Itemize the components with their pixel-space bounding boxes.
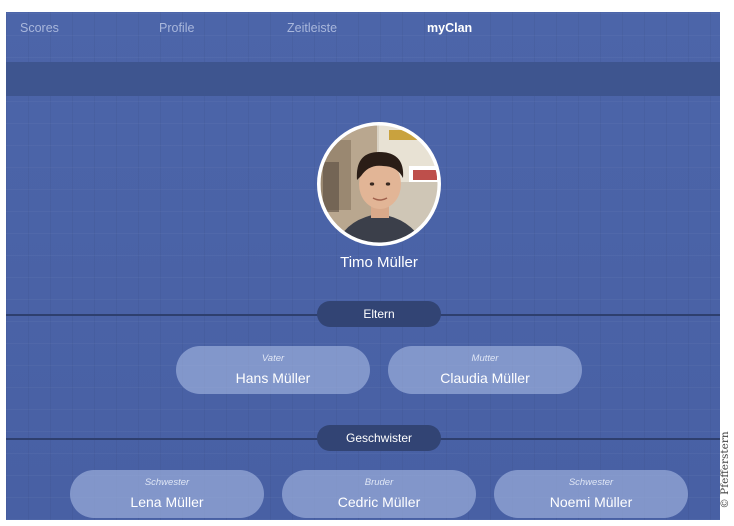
sibling-card-cedric[interactable]: Bruder Cedric Müller	[282, 470, 476, 518]
sibling-name: Noemi Müller	[549, 494, 633, 510]
copyright-text: © Pfefferstern	[719, 431, 731, 509]
parent-role: Vater	[261, 353, 285, 364]
sibling-name: Lena Müller	[130, 494, 204, 510]
parent-card-mother[interactable]: Mutter Claudia Müller	[388, 346, 582, 394]
profile-name: Timo Müller	[340, 254, 418, 271]
app-screen: Scores Profile Zeitleiste myClan Timo Mü…	[6, 12, 720, 520]
sibling-card-noemi[interactable]: Schwester Noemi Müller	[494, 470, 688, 518]
tab-zeitleiste[interactable]: Zeitleiste	[287, 21, 337, 35]
section-siblings-label: Geschwister	[317, 425, 441, 451]
top-navigation: Scores Profile Zeitleiste myClan	[6, 12, 720, 46]
sibling-name: Cedric Müller	[337, 494, 421, 510]
section-parents-label: Eltern	[317, 301, 441, 327]
sibling-card-lena[interactable]: Schwester Lena Müller	[70, 470, 264, 518]
sibling-role: Schwester	[144, 477, 190, 488]
parent-role: Mutter	[471, 353, 499, 364]
sub-toolbar	[6, 62, 720, 96]
parent-card-father[interactable]: Vater Hans Müller	[176, 346, 370, 394]
tab-profile[interactable]: Profile	[159, 21, 194, 35]
sibling-role: Bruder	[364, 477, 394, 488]
parent-name: Hans Müller	[235, 370, 311, 386]
avatar-photo	[317, 122, 441, 246]
profile-avatar[interactable]	[317, 122, 441, 246]
parent-name: Claudia Müller	[440, 370, 530, 386]
sibling-role: Schwester	[568, 477, 614, 488]
copyright-notice: © Pfefferstern	[718, 420, 732, 520]
tab-scores[interactable]: Scores	[20, 21, 59, 35]
tab-myclan[interactable]: myClan	[427, 21, 472, 35]
